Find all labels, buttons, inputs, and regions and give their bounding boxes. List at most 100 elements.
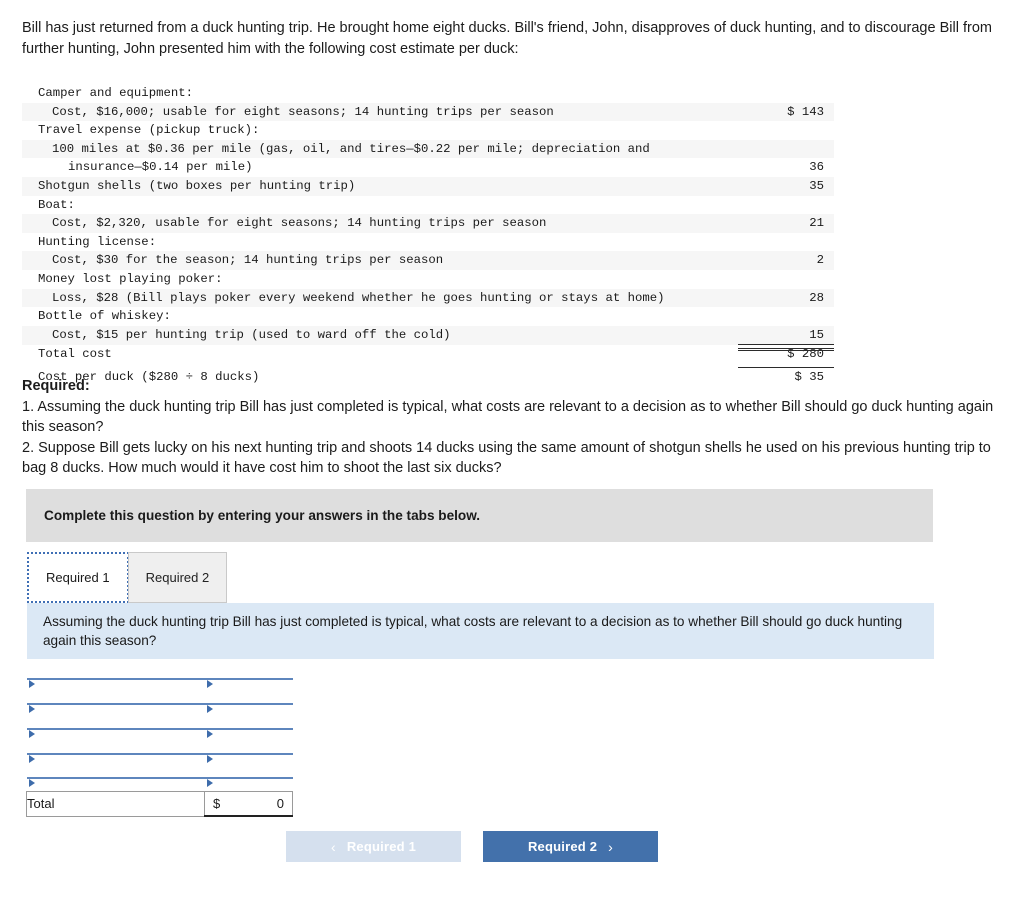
- answer-amount-input[interactable]: [204, 777, 293, 788]
- cost-estimate-row-value: 15: [809, 327, 824, 342]
- answer-input-row: [26, 691, 293, 716]
- tab-required-2-label: Required 2: [145, 570, 210, 585]
- cost-estimate-body: Camper and equipment: Cost, $16,000; usab…: [22, 84, 834, 387]
- cost-estimate-row-label: 100 miles at $0.36 per mile (gas, oil, a…: [52, 141, 650, 156]
- cost-estimate-row: Money lost playing poker:: [22, 269, 834, 289]
- dropdown-triangle-icon: [28, 729, 35, 738]
- cost-estimate-row: Cost, $30 for the season; 14 hunting tri…: [22, 251, 834, 270]
- answer-amount-input[interactable]: [204, 752, 293, 763]
- answer-input-row: [26, 666, 293, 691]
- cost-estimate-row-label: Cost, $16,000; usable for eight seasons;…: [52, 104, 554, 119]
- cost-estimate-row-label: Camper and equipment:: [38, 86, 193, 100]
- tab-required-1[interactable]: Required 1: [27, 552, 129, 603]
- cost-estimate-row: insurance—$0.14 per mile) 36: [22, 158, 834, 177]
- answer-total-row: Total $0: [26, 790, 293, 817]
- cost-estimate-table: Camper and equipment: Cost, $16,000; usab…: [22, 84, 834, 387]
- cost-estimate-row: Shotgun shells (two boxes per hunting tr…: [22, 176, 834, 196]
- cost-per-duck-double-rule: [738, 348, 834, 351]
- cost-estimate-row-value: $ 143: [787, 104, 824, 119]
- currency-symbol: $: [213, 795, 221, 811]
- answer-description-cell: [26, 691, 205, 716]
- answer-amount-input[interactable]: [204, 702, 293, 713]
- chevron-left-icon: ‹: [330, 838, 336, 855]
- cost-estimate-row-value: 28: [809, 290, 824, 305]
- cost-estimate-row-value: [738, 307, 834, 326]
- cost-estimate-row-label: Money lost playing poker:: [38, 271, 223, 286]
- answer-description-cell: [26, 741, 205, 766]
- cost-estimate-row-value: 21: [809, 216, 824, 231]
- answer-total-value: 0: [276, 795, 284, 811]
- cost-estimate-row-label: Bottle of whiskey:: [38, 309, 171, 324]
- cost-estimate-row: Loss, $28 (Bill plays poker every weeken…: [22, 288, 834, 308]
- tab-required-1-label: Required 1: [46, 570, 110, 585]
- cost-estimate-row: Bottle of whiskey:: [22, 307, 834, 326]
- cost-estimate-row: Cost, $16,000; usable for eight seasons;…: [22, 102, 834, 122]
- dropdown-triangle-icon: [28, 704, 35, 713]
- answer-description-cell: [26, 716, 205, 741]
- required-item-1: 1. Assuming the duck hunting trip Bill h…: [22, 398, 994, 436]
- cost-estimate-row-label: Cost, $15 per hunting trip (used to ward…: [52, 327, 451, 342]
- cost-estimate-row-label: Cost, $2,320, usable for eight seasons; …: [52, 216, 547, 231]
- answer-total-amount: $0: [204, 790, 293, 817]
- cost-estimate-row-label: Travel expense (pickup truck):: [38, 123, 260, 138]
- answer-entry-body: Total $0: [26, 666, 293, 817]
- tab-navigation-buttons: ‹ Required 1 Required 2 ›: [286, 831, 658, 862]
- cost-estimate-row-value: [738, 270, 834, 289]
- dropdown-triangle-icon: [28, 779, 35, 788]
- cost-estimate-row-value: [738, 121, 834, 140]
- answer-description-input[interactable]: [26, 752, 205, 763]
- required-item-2: 2. Suppose Bill gets lucky on his next h…: [22, 439, 991, 477]
- answer-input-row: [26, 741, 293, 766]
- dropdown-triangle-icon: [206, 704, 213, 713]
- dropdown-triangle-icon: [206, 679, 213, 688]
- answer-amount-cell: [204, 741, 293, 766]
- dropdown-triangle-icon: [206, 729, 213, 738]
- answer-amount-cell: [204, 691, 293, 716]
- answer-description-cell: [26, 766, 205, 791]
- answer-amount-cell: [204, 716, 293, 741]
- chevron-right-icon: ›: [608, 838, 614, 855]
- answer-amount-cell: [204, 666, 293, 691]
- answer-total-label: Total: [26, 790, 205, 817]
- answer-amount-cell: [204, 766, 293, 791]
- answer-description-input[interactable]: [26, 777, 205, 788]
- answer-amount-input[interactable]: [204, 727, 293, 738]
- cost-estimate-row-label: Boat:: [38, 197, 75, 212]
- answer-entry-table: Total $0: [26, 666, 293, 817]
- answer-input-row: [26, 716, 293, 741]
- cost-estimate-row-value: [738, 84, 834, 103]
- cost-estimate-row-label: Cost, $30 for the season; 14 hunting tri…: [52, 253, 444, 268]
- cost-estimate-row-value: [738, 140, 834, 159]
- cost-estimate-row-value: 35: [809, 178, 824, 193]
- prev-required-1-button[interactable]: ‹ Required 1: [286, 831, 461, 862]
- cost-estimate-row: 100 miles at $0.36 per mile (gas, oil, a…: [22, 139, 834, 159]
- cost-estimate-row-value: [738, 233, 834, 252]
- cost-estimate-row: Travel expense (pickup truck):: [22, 121, 834, 140]
- required-heading: Required:: [22, 378, 90, 394]
- prev-button-label: Required 1: [346, 839, 417, 854]
- requirement-tab-strip: Required 1 Required 2: [27, 552, 934, 603]
- next-required-2-button[interactable]: Required 2 ›: [483, 831, 658, 862]
- answer-description-input[interactable]: [26, 727, 205, 738]
- cost-estimate-row-value: 36: [809, 160, 824, 175]
- question-prompt-text: Assuming the duck hunting trip Bill has …: [43, 614, 903, 648]
- answer-description-input[interactable]: [26, 702, 205, 713]
- cost-estimate-row: Boat:: [22, 195, 834, 215]
- cost-estimate-total-row: Total cost $ 280: [22, 344, 834, 364]
- next-button-label: Required 2: [527, 839, 598, 854]
- cost-estimate-row-label: insurance—$0.14 per mile): [68, 160, 253, 175]
- instruction-bar: Complete this question by entering your …: [26, 489, 933, 542]
- cost-estimate-row: Camper and equipment:: [22, 84, 834, 103]
- cost-estimate-row: Hunting license:: [22, 232, 834, 252]
- cost-estimate-row-value: 2: [816, 253, 824, 268]
- dropdown-triangle-icon: [206, 754, 213, 763]
- tab-required-2[interactable]: Required 2: [127, 552, 228, 603]
- question-prompt-panel: Assuming the duck hunting trip Bill has …: [27, 603, 934, 659]
- cost-estimate-row: Cost, $2,320, usable for eight seasons; …: [22, 214, 834, 233]
- cost-estimate-total-label: Total cost: [38, 346, 112, 361]
- answer-amount-input[interactable]: [204, 677, 293, 688]
- required-section: Required: 1. Assuming the duck hunting t…: [22, 376, 1012, 479]
- answer-description-input[interactable]: [26, 677, 205, 688]
- cost-estimate-row-label: Loss, $28 (Bill plays poker every weeken…: [52, 290, 665, 305]
- cost-estimate-row-label: Shotgun shells (two boxes per hunting tr…: [38, 178, 356, 193]
